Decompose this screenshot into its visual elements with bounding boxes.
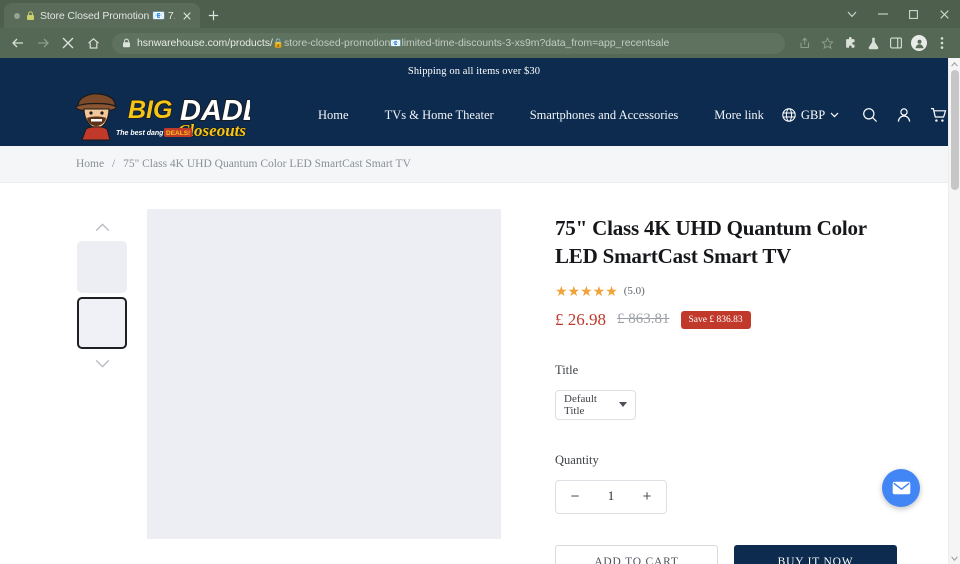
product-pricing: £ 26.98 £ 863.81 Save £ 836.83 [555,310,897,330]
url-path-1: store-closed-promotion [284,37,391,49]
gallery-down-chevron-icon[interactable] [95,353,110,373]
toolbar-actions [793,32,953,54]
product-section: 75" Class 4K UHD Quantum Color LED Smart… [0,183,948,564]
currency-selector[interactable]: GBP [782,108,853,123]
svg-text:DEALS!: DEALS! [166,130,190,137]
url-domain: hsnwarehouse.com/products/ [137,37,273,49]
scrollbar-up-arrow[interactable] [949,58,960,70]
quantity-field-label: Quantity [555,452,599,467]
rating-value: (5.0) [623,284,645,297]
thumbnail-strip [76,209,128,564]
currency-code: GBP [800,107,826,122]
tab-search-icon[interactable] [836,0,867,28]
url-emoji-1: 🔒 [272,38,285,48]
close-icon[interactable] [180,9,194,23]
quantity-stepper[interactable]: − 1 + [555,479,667,514]
breadcrumb-separator: / [111,158,116,170]
product-thumbnail[interactable] [77,241,127,293]
price-compare-at: £ 863.81 [617,311,670,328]
breadcrumb-home[interactable]: Home [76,158,104,170]
product-thumbnail[interactable] [77,297,127,349]
labs-icon[interactable] [862,32,884,54]
share-icon[interactable] [793,32,815,54]
sidebar-icon[interactable] [885,32,907,54]
window-close-icon[interactable] [929,0,960,28]
svg-text:BIG: BIG [128,96,172,124]
menu-icon[interactable] [931,32,953,54]
search-icon[interactable] [853,101,887,129]
gallery-up-chevron-icon[interactable] [95,217,110,237]
home-icon[interactable] [82,32,104,54]
title-field-label: Title [555,362,579,377]
save-badge: Save £ 836.83 [680,310,751,329]
nav-item-more-link[interactable]: More link [696,108,782,123]
lock-favicon [25,10,35,21]
product-actions: ADD TO CART BUY IT NOW [555,544,897,564]
nav-item-tvs-home-theater[interactable]: TVs & Home Theater [367,108,512,123]
product-rating: ★★★★★ (5.0) [555,284,897,298]
breadcrumb: Home / 75" Class 4K UHD Quantum Color LE… [0,146,948,183]
back-icon[interactable] [7,32,29,54]
url-text: hsnwarehouse.com/products/🔒store-closed-… [137,37,669,49]
account-icon[interactable] [887,101,921,129]
cart-icon[interactable] [921,101,948,129]
main-nav: Home TVs & Home Theater Smartphones and … [300,108,782,123]
logo-tagline: The best dang DEALS! [116,128,192,137]
add-to-cart-button[interactable]: ADD TO CART [555,544,718,564]
site-lock-icon [122,38,131,48]
new-tab-button[interactable] [200,3,226,28]
minimize-icon[interactable] [867,0,898,28]
site-header: BIG DADDY Closeouts The best dang [0,84,948,146]
url-path-2: limited-time-discounts-3-xs9m?data_from=… [401,37,670,49]
url-emoji-2: 📧 [390,38,402,48]
variant-select[interactable]: Default Title [555,389,636,420]
chevron-down-icon [619,402,627,408]
product-title: 75" Class 4K UHD Quantum Color LED Smart… [555,216,867,269]
globe-icon [782,108,796,122]
logo-big: BIG [127,95,173,125]
svg-text:The best dang: The best dang [116,130,164,137]
site-logo[interactable]: BIG DADDY Closeouts The best dang [72,88,250,142]
mascot [75,93,117,141]
price-current: £ 26.98 [555,309,606,329]
star-rating-icon: ★★★★★ [555,282,618,299]
nav-item-home[interactable]: Home [300,108,367,123]
quantity-increase-button[interactable]: + [640,489,654,504]
page-scrollbar[interactable] [948,58,960,564]
tab-audio-dot [14,12,20,19]
page-viewport: Shipping on all items over $30 BIG DAD C… [0,58,960,564]
product-gallery [76,209,501,564]
product-main-image[interactable] [147,209,501,539]
forward-icon[interactable] [32,32,54,54]
maximize-icon[interactable] [898,0,929,28]
web-page: Shipping on all items over $30 BIG DAD C… [0,58,948,564]
product-info: 75" Class 4K UHD Quantum Color LED Smart… [501,209,897,564]
stop-loading-icon[interactable] [57,32,79,54]
quantity-value[interactable]: 1 [608,489,614,504]
announcement-bar: Shipping on all items over $30 [0,58,948,84]
tab-title: Store Closed Promotion 📧 7... [40,10,175,22]
window-controls [836,0,960,28]
tab-strip: Store Closed Promotion 📧 7... [0,0,960,28]
scrollbar-thumb[interactable] [951,70,959,190]
nav-item-smartphones-accessories[interactable]: Smartphones and Accessories [512,108,697,123]
browser-window: Store Closed Promotion 📧 7... hsnwarehou… [0,0,960,564]
browser-tab[interactable]: Store Closed Promotion 📧 7... [4,3,200,28]
scrollbar-down-arrow[interactable] [949,552,960,564]
profile-avatar[interactable] [908,32,930,54]
chat-widget-button[interactable] [882,469,920,507]
variant-selected-value: Default Title [564,392,597,417]
browser-toolbar: hsnwarehouse.com/products/🔒store-closed-… [0,28,960,58]
bookmark-star-icon[interactable] [816,32,838,54]
address-bar[interactable]: hsnwarehouse.com/products/🔒store-closed-… [112,32,785,54]
quantity-decrease-button[interactable]: − [568,489,582,504]
envelope-icon [892,481,911,495]
buy-it-now-button[interactable]: BUY IT NOW [734,544,897,564]
breadcrumb-current: 75" Class 4K UHD Quantum Color LED Smart… [123,158,411,170]
header-icons: GBP [782,101,948,129]
extensions-icon[interactable] [839,32,861,54]
chevron-down-icon [830,112,839,118]
